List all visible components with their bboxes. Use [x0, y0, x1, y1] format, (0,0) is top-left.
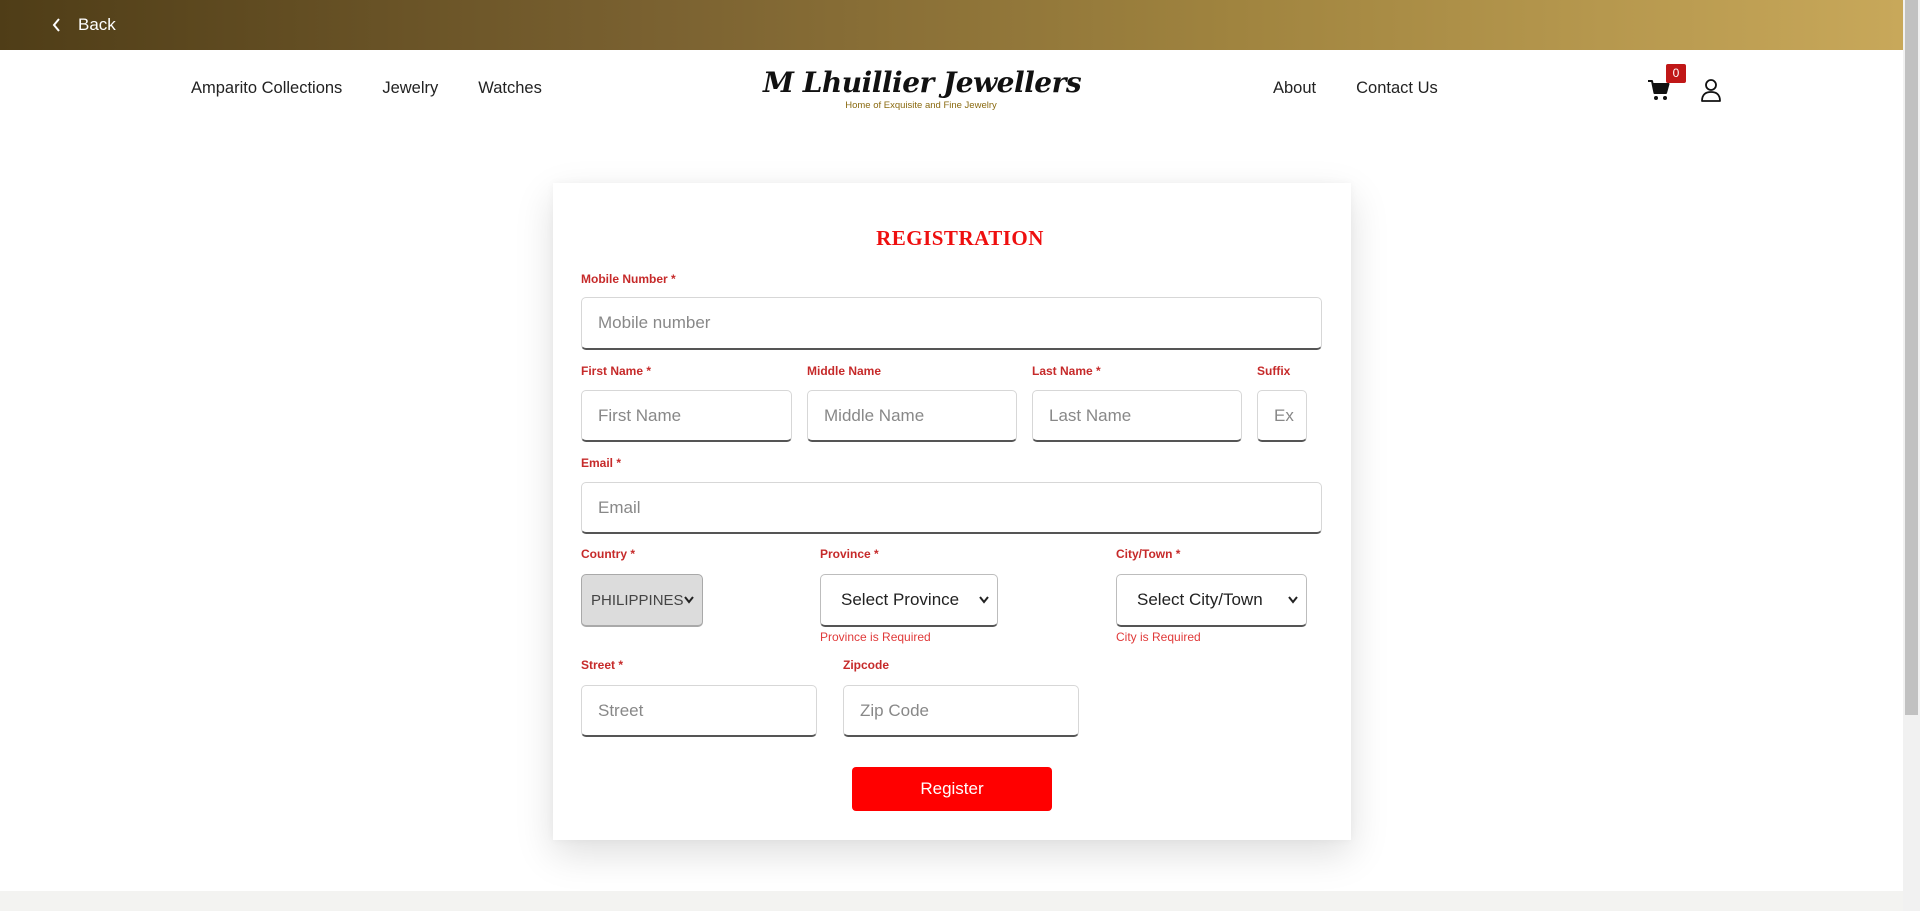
city-label: City/Town *: [1116, 547, 1181, 561]
country-select: PHILIPPINES: [581, 574, 703, 627]
country-select-value: PHILIPPINES: [591, 591, 684, 609]
province-label: Province *: [820, 547, 879, 561]
last-name-input[interactable]: Last Name: [1032, 390, 1242, 442]
mobile-number-label: Mobile Number *: [581, 272, 676, 286]
nav-item-about[interactable]: About: [1273, 79, 1316, 98]
register-button[interactable]: Register: [852, 767, 1052, 811]
first-name-label: First Name *: [581, 364, 652, 378]
city-error-message: City is Required: [1116, 630, 1201, 644]
email-input[interactable]: Email: [581, 482, 1322, 534]
back-label: Back: [78, 15, 116, 34]
account-button[interactable]: [1700, 78, 1722, 107]
back-button[interactable]: Back: [52, 0, 116, 50]
nav-item-amparito-collections[interactable]: Amparito Collections: [191, 79, 342, 98]
city-select[interactable]: Select City/Town: [1116, 574, 1307, 627]
chevron-left-icon: [52, 18, 60, 32]
first-name-input[interactable]: First Name: [581, 390, 792, 442]
city-select-value: Select City/Town: [1137, 590, 1263, 609]
country-label: Country *: [581, 547, 635, 561]
top-bar: Back: [0, 0, 1903, 50]
chevron-down-icon: [979, 596, 989, 604]
footer-strip: [0, 891, 1903, 911]
mobile-number-input[interactable]: Mobile number: [581, 297, 1322, 350]
province-select-value: Select Province: [841, 590, 960, 609]
suffix-label: Suffix: [1257, 364, 1291, 378]
nav-item-jewelry[interactable]: Jewelry: [382, 79, 438, 98]
cart-count-badge: 0: [1666, 64, 1686, 83]
logo-name: M Lhuillier Jewellers: [763, 66, 1082, 99]
middle-name-label: Middle Name: [807, 364, 882, 378]
nav-item-watches[interactable]: Watches: [478, 79, 542, 98]
last-name-label: Last Name *: [1032, 364, 1101, 378]
province-error-message: Province is Required: [820, 630, 931, 644]
user-icon: [1701, 79, 1721, 102]
form-title: REGISTRATION: [876, 226, 1044, 250]
zipcode-label: Zipcode: [843, 658, 890, 672]
chevron-down-icon: [684, 596, 694, 604]
brand-logo[interactable]: M Lhuillier Jewellers Home of Exquisite …: [763, 66, 1082, 112]
logo-tagline: Home of Exquisite and Fine Jewelry: [845, 100, 997, 111]
street-input[interactable]: Street: [581, 685, 817, 737]
zipcode-input[interactable]: Zip Code: [843, 685, 1079, 737]
street-label: Street *: [581, 658, 624, 672]
page-scrollbar-thumb[interactable]: [1905, 0, 1918, 715]
province-select[interactable]: Select Province: [820, 574, 998, 627]
main-nav-right: About Contact Us: [1273, 79, 1438, 98]
suffix-input[interactable]: Ex: [1257, 390, 1307, 442]
chevron-down-icon: [1288, 596, 1298, 604]
nav-item-contact-us[interactable]: Contact Us: [1356, 79, 1438, 98]
main-nav-left: Amparito Collections Jewelry Watches: [191, 79, 542, 98]
middle-name-input[interactable]: Middle Name: [807, 390, 1017, 442]
email-label: Email *: [581, 456, 622, 470]
